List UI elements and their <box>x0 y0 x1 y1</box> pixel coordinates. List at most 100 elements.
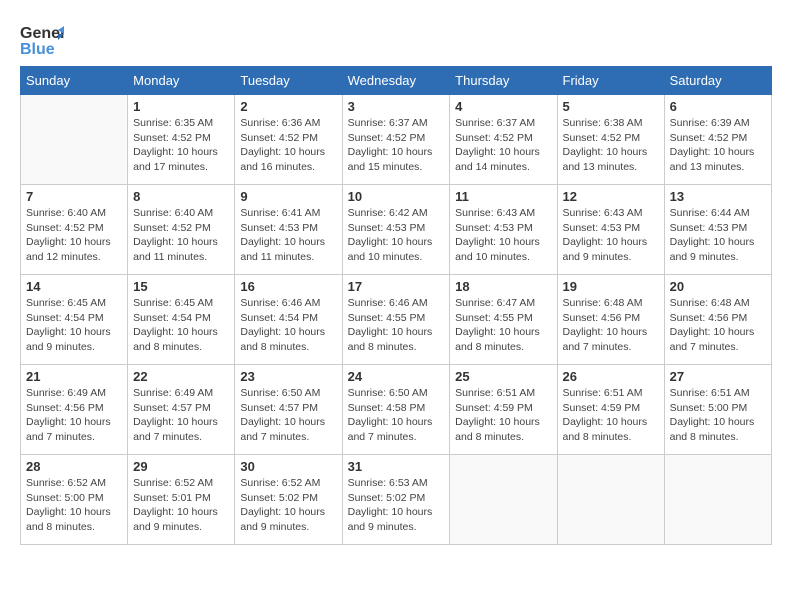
day-number: 21 <box>26 369 122 384</box>
day-number: 18 <box>455 279 551 294</box>
calendar-cell <box>21 95 128 185</box>
calendar-week-row: 28 Sunrise: 6:52 AM Sunset: 5:00 PM Dayli… <box>21 455 772 545</box>
day-info: Sunrise: 6:52 AM Sunset: 5:01 PM Dayligh… <box>133 476 229 535</box>
calendar-cell: 30 Sunrise: 6:52 AM Sunset: 5:02 PM Dayli… <box>235 455 342 545</box>
day-info: Sunrise: 6:52 AM Sunset: 5:00 PM Dayligh… <box>26 476 122 535</box>
day-number: 30 <box>240 459 336 474</box>
day-of-week-header: Wednesday <box>342 67 450 95</box>
day-info: Sunrise: 6:48 AM Sunset: 4:56 PM Dayligh… <box>563 296 659 355</box>
day-number: 24 <box>348 369 445 384</box>
day-number: 19 <box>563 279 659 294</box>
day-of-week-header: Monday <box>128 67 235 95</box>
day-number: 22 <box>133 369 229 384</box>
day-info: Sunrise: 6:36 AM Sunset: 4:52 PM Dayligh… <box>240 116 336 175</box>
day-info: Sunrise: 6:50 AM Sunset: 4:57 PM Dayligh… <box>240 386 336 445</box>
day-number: 13 <box>670 189 766 204</box>
calendar-cell: 6 Sunrise: 6:39 AM Sunset: 4:52 PM Daylig… <box>664 95 771 185</box>
day-info: Sunrise: 6:41 AM Sunset: 4:53 PM Dayligh… <box>240 206 336 265</box>
calendar-cell: 7Sunrise: 6:40 AM Sunset: 4:52 PM Daylig… <box>21 185 128 275</box>
logo: General Blue <box>20 20 60 56</box>
calendar-cell: 21 Sunrise: 6:49 AM Sunset: 4:56 PM Dayli… <box>21 365 128 455</box>
day-number: 16 <box>240 279 336 294</box>
day-number: 1 <box>133 99 229 114</box>
day-number: 10 <box>348 189 445 204</box>
day-info: Sunrise: 6:52 AM Sunset: 5:02 PM Dayligh… <box>240 476 336 535</box>
day-number: 23 <box>240 369 336 384</box>
day-number: 27 <box>670 369 766 384</box>
day-info: Sunrise: 6:51 AM Sunset: 4:59 PM Dayligh… <box>455 386 551 445</box>
calendar-cell: 5Sunrise: 6:38 AM Sunset: 4:52 PM Daylig… <box>557 95 664 185</box>
calendar-cell: 28 Sunrise: 6:52 AM Sunset: 5:00 PM Dayli… <box>21 455 128 545</box>
calendar-cell: 3Sunrise: 6:37 AM Sunset: 4:52 PM Daylig… <box>342 95 450 185</box>
day-info: Sunrise: 6:43 AM Sunset: 4:53 PM Dayligh… <box>563 206 659 265</box>
calendar-cell: 14 Sunrise: 6:45 AM Sunset: 4:54 PM Dayli… <box>21 275 128 365</box>
day-of-week-header: Tuesday <box>235 67 342 95</box>
day-number: 5 <box>563 99 659 114</box>
day-info: Sunrise: 6:46 AM Sunset: 4:55 PM Dayligh… <box>348 296 445 355</box>
day-info: Sunrise: 6:39 AM Sunset: 4:52 PM Dayligh… <box>670 116 766 175</box>
calendar-cell <box>557 455 664 545</box>
day-number: 31 <box>348 459 445 474</box>
day-info: Sunrise: 6:44 AM Sunset: 4:53 PM Dayligh… <box>670 206 766 265</box>
calendar-cell: 22 Sunrise: 6:49 AM Sunset: 4:57 PM Dayli… <box>128 365 235 455</box>
day-number: 17 <box>348 279 445 294</box>
calendar-cell: 12 Sunrise: 6:43 AM Sunset: 4:53 PM Dayli… <box>557 185 664 275</box>
logo-icon: General Blue <box>20 20 60 56</box>
calendar-cell: 8Sunrise: 6:40 AM Sunset: 4:52 PM Daylig… <box>128 185 235 275</box>
day-number: 28 <box>26 459 122 474</box>
calendar-week-row: 1 Sunrise: 6:35 AM Sunset: 4:52 PM Daylig… <box>21 95 772 185</box>
day-info: Sunrise: 6:43 AM Sunset: 4:53 PM Dayligh… <box>455 206 551 265</box>
day-number: 14 <box>26 279 122 294</box>
calendar-cell: 19 Sunrise: 6:48 AM Sunset: 4:56 PM Dayli… <box>557 275 664 365</box>
day-info: Sunrise: 6:49 AM Sunset: 4:56 PM Dayligh… <box>26 386 122 445</box>
calendar-cell: 27 Sunrise: 6:51 AM Sunset: 5:00 PM Dayli… <box>664 365 771 455</box>
day-number: 7 <box>26 189 122 204</box>
day-info: Sunrise: 6:53 AM Sunset: 5:02 PM Dayligh… <box>348 476 445 535</box>
svg-text:Blue: Blue <box>20 41 55 58</box>
day-info: Sunrise: 6:37 AM Sunset: 4:52 PM Dayligh… <box>348 116 445 175</box>
day-number: 29 <box>133 459 229 474</box>
day-number: 11 <box>455 189 551 204</box>
calendar-cell <box>664 455 771 545</box>
day-number: 6 <box>670 99 766 114</box>
calendar-cell: 23 Sunrise: 6:50 AM Sunset: 4:57 PM Dayli… <box>235 365 342 455</box>
day-info: Sunrise: 6:42 AM Sunset: 4:53 PM Dayligh… <box>348 206 445 265</box>
calendar-cell: 17 Sunrise: 6:46 AM Sunset: 4:55 PM Dayli… <box>342 275 450 365</box>
calendar-cell: 24 Sunrise: 6:50 AM Sunset: 4:58 PM Dayli… <box>342 365 450 455</box>
calendar-cell: 16 Sunrise: 6:46 AM Sunset: 4:54 PM Dayli… <box>235 275 342 365</box>
calendar-week-row: 14 Sunrise: 6:45 AM Sunset: 4:54 PM Dayli… <box>21 275 772 365</box>
calendar-cell: 1 Sunrise: 6:35 AM Sunset: 4:52 PM Daylig… <box>128 95 235 185</box>
day-number: 8 <box>133 189 229 204</box>
day-info: Sunrise: 6:49 AM Sunset: 4:57 PM Dayligh… <box>133 386 229 445</box>
calendar-cell: 4 Sunrise: 6:37 AM Sunset: 4:52 PM Daylig… <box>450 95 557 185</box>
day-info: Sunrise: 6:35 AM Sunset: 4:52 PM Dayligh… <box>133 116 229 175</box>
day-of-week-header: Saturday <box>664 67 771 95</box>
day-of-week-header: Friday <box>557 67 664 95</box>
calendar-week-row: 7Sunrise: 6:40 AM Sunset: 4:52 PM Daylig… <box>21 185 772 275</box>
day-info: Sunrise: 6:50 AM Sunset: 4:58 PM Dayligh… <box>348 386 445 445</box>
day-info: Sunrise: 6:37 AM Sunset: 4:52 PM Dayligh… <box>455 116 551 175</box>
day-info: Sunrise: 6:46 AM Sunset: 4:54 PM Dayligh… <box>240 296 336 355</box>
calendar-cell: 25 Sunrise: 6:51 AM Sunset: 4:59 PM Dayli… <box>450 365 557 455</box>
day-number: 12 <box>563 189 659 204</box>
day-number: 25 <box>455 369 551 384</box>
day-of-week-header: Sunday <box>21 67 128 95</box>
day-info: Sunrise: 6:45 AM Sunset: 4:54 PM Dayligh… <box>133 296 229 355</box>
calendar-cell <box>450 455 557 545</box>
calendar-cell: 15 Sunrise: 6:45 AM Sunset: 4:54 PM Dayli… <box>128 275 235 365</box>
calendar-cell: 20Sunrise: 6:48 AM Sunset: 4:56 PM Dayli… <box>664 275 771 365</box>
day-info: Sunrise: 6:45 AM Sunset: 4:54 PM Dayligh… <box>26 296 122 355</box>
day-of-week-header: Thursday <box>450 67 557 95</box>
calendar-cell: 10 Sunrise: 6:42 AM Sunset: 4:53 PM Dayli… <box>342 185 450 275</box>
day-number: 2 <box>240 99 336 114</box>
day-number: 4 <box>455 99 551 114</box>
svg-text:General: General <box>20 25 64 42</box>
day-info: Sunrise: 6:48 AM Sunset: 4:56 PM Dayligh… <box>670 296 766 355</box>
calendar-cell: 11 Sunrise: 6:43 AM Sunset: 4:53 PM Dayli… <box>450 185 557 275</box>
page-header: General Blue <box>20 20 772 56</box>
day-info: Sunrise: 6:51 AM Sunset: 4:59 PM Dayligh… <box>563 386 659 445</box>
day-number: 26 <box>563 369 659 384</box>
day-number: 15 <box>133 279 229 294</box>
calendar-cell: 13 Sunrise: 6:44 AM Sunset: 4:53 PM Dayli… <box>664 185 771 275</box>
day-info: Sunrise: 6:51 AM Sunset: 5:00 PM Dayligh… <box>670 386 766 445</box>
